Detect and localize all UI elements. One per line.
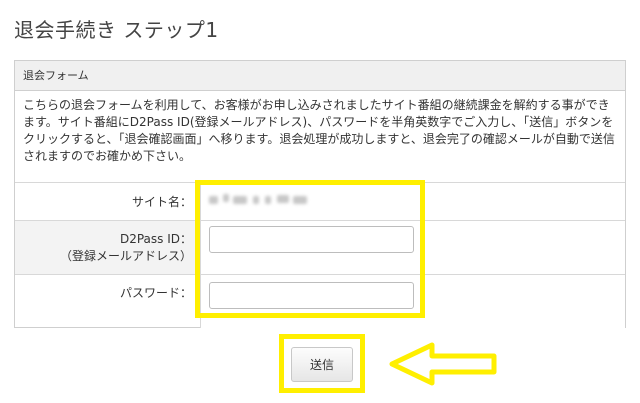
d2pass-sublabel: （登録メールアドレス） [59, 249, 192, 263]
arrow-left-icon [389, 342, 497, 386]
d2pass-id-input[interactable] [209, 226, 414, 253]
password-input[interactable] [209, 282, 414, 309]
form-description: こちらの退会フォームを利用して、お客様がお申し込みされましたサイト番組の継続課金… [23, 98, 615, 163]
password-row: パスワード： [15, 274, 625, 328]
password-label: パスワード： [119, 286, 192, 300]
d2pass-label: D2Pass ID： [119, 232, 192, 246]
site-name-redacted [209, 194, 309, 206]
withdrawal-form: 退会フォーム こちらの退会フォームを利用して、お客様がお申し込みされましたサイト… [14, 60, 626, 328]
page-title: 退会手続き ステップ1 [14, 18, 219, 42]
form-header: 退会フォーム [15, 61, 625, 91]
site-name-row: サイト名： [15, 182, 625, 220]
submit-button[interactable]: 送信 [291, 347, 353, 382]
site-name-label: サイト名： [131, 195, 192, 209]
d2pass-row: D2Pass ID： （登録メールアドレス） [15, 220, 625, 274]
site-name-value [200, 183, 625, 220]
